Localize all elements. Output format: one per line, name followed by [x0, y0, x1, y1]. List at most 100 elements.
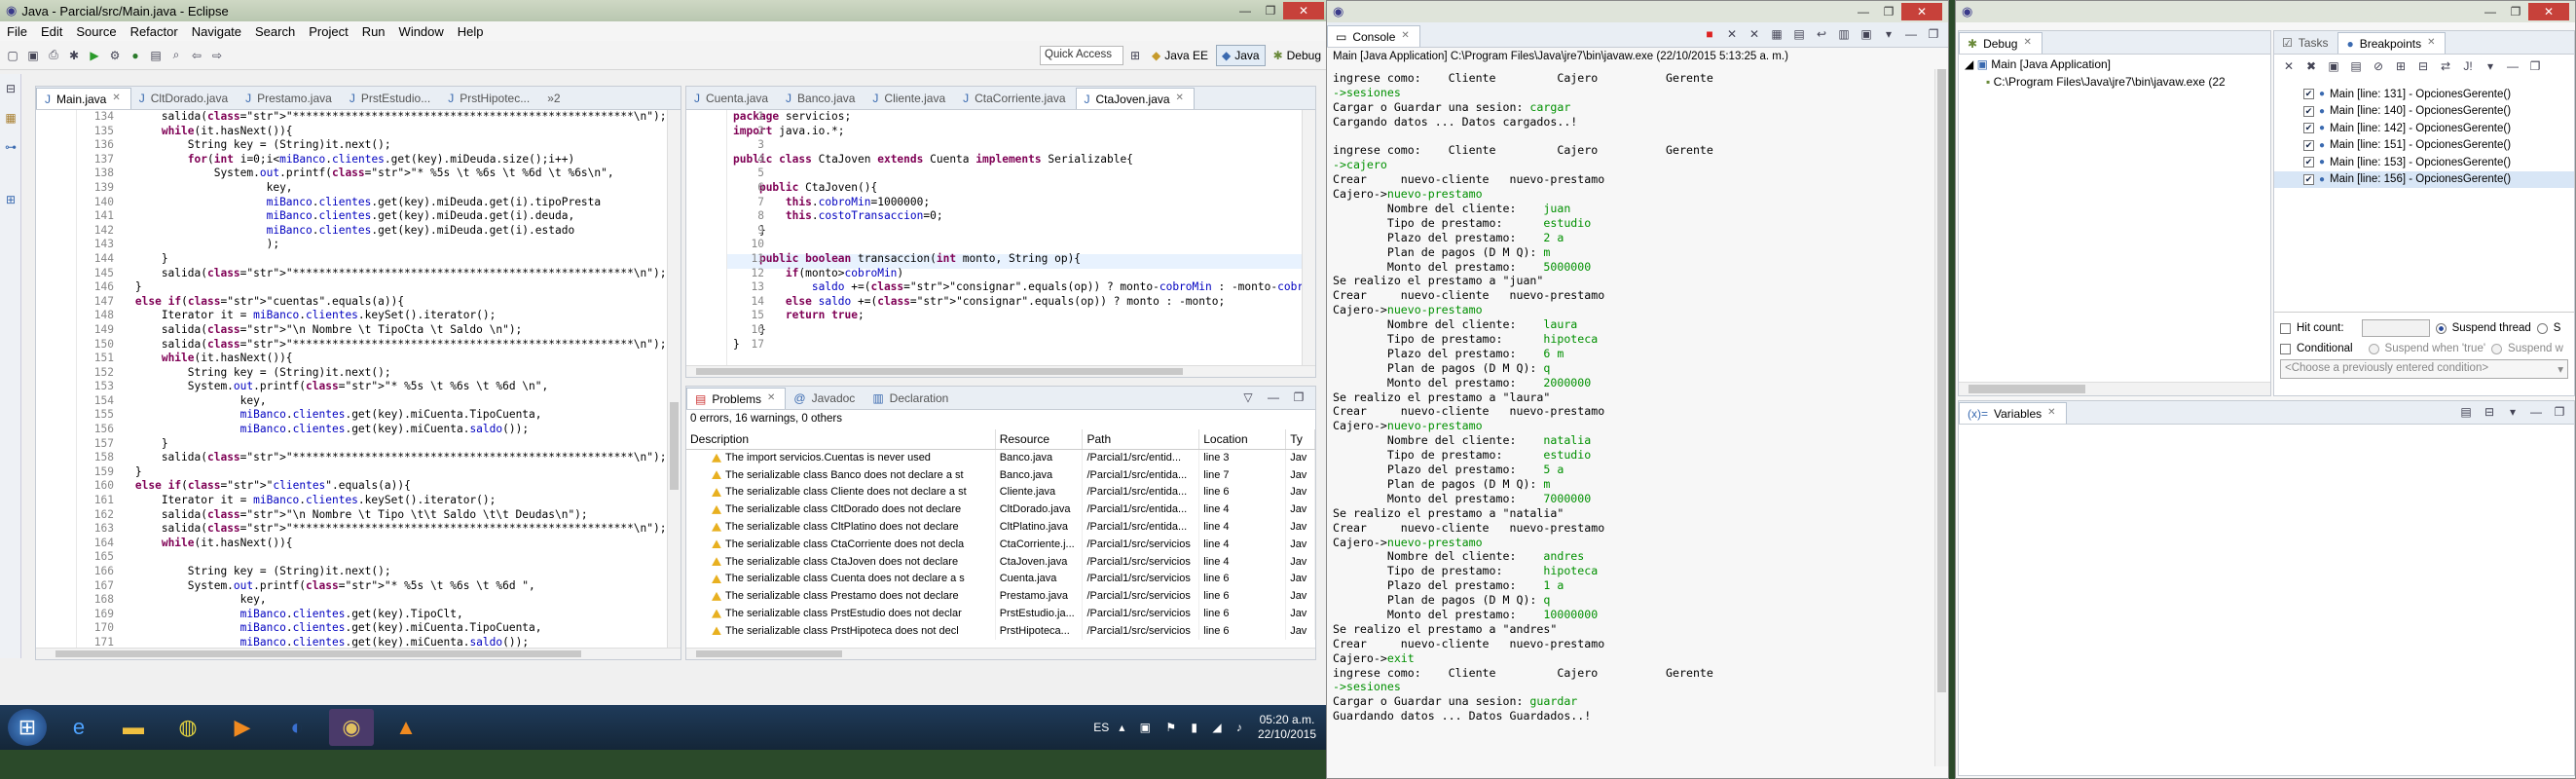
console-vscroll[interactable] — [1934, 69, 1948, 766]
column-header[interactable]: Resource — [995, 429, 1084, 450]
tab-tasks[interactable]: ☑ Tasks — [2274, 32, 2337, 54]
debug-tree-root[interactable]: ◢ ▣ Main [Java Application] — [1959, 55, 2270, 74]
remove-launch-icon[interactable]: ✕ — [1723, 25, 1741, 43]
editor-tab-4[interactable]: J CtaJoven.java ✕ — [1075, 88, 1195, 109]
main-editor-hscroll[interactable] — [36, 648, 681, 659]
external-tools-icon[interactable]: ⚙ — [106, 47, 124, 64]
menu-help[interactable]: Help — [451, 24, 491, 39]
column-header[interactable]: Description — [686, 429, 996, 450]
column-header[interactable]: Ty — [1285, 429, 1315, 450]
minimize-icon[interactable]: — — [2478, 3, 2503, 20]
hierarchy-icon[interactable]: ⊶ — [2, 138, 19, 156]
maximize-icon[interactable]: ❐ — [1258, 2, 1283, 19]
close-icon[interactable]: ✕ — [1401, 30, 1409, 47]
open-console-icon[interactable]: ▾ — [1880, 25, 1897, 43]
hit-count-input[interactable] — [2361, 319, 2430, 337]
menu-source[interactable]: Source — [69, 24, 123, 39]
perspective-javaee[interactable]: ◆ Java EE — [1147, 45, 1213, 66]
minimize-icon[interactable]: — — [1265, 389, 1282, 406]
editor-tab-3[interactable]: J PrstEstudio... — [342, 88, 440, 109]
scroll-lock-icon[interactable]: ▤ — [1790, 25, 1808, 43]
start-icon[interactable]: ⊞ — [8, 709, 47, 746]
language-indicator[interactable]: ES — [1093, 721, 1109, 734]
clear-console-icon[interactable]: ▦ — [1768, 25, 1785, 43]
editor-tab-1[interactable]: J Banco.java — [778, 88, 865, 109]
terminate-icon[interactable]: ■ — [1701, 25, 1718, 43]
media-player-icon[interactable]: ▶ — [220, 709, 265, 746]
exception-icon[interactable]: J! — [2459, 57, 2477, 75]
cta-code-area[interactable]: 1 package servicios; 2 import java.io.*; 3 4 p… — [733, 110, 1315, 352]
suspend-true-radio[interactable] — [2368, 343, 2379, 354]
problems-hscroll[interactable] — [686, 648, 1315, 659]
table-row[interactable]: The serializable class Banco does not de… — [686, 465, 1315, 484]
suspend-when-radio[interactable] — [2491, 343, 2503, 354]
view-menu-icon[interactable]: ▾ — [2482, 57, 2499, 75]
table-row[interactable]: The serializable class Cuenta does not d… — [686, 570, 1315, 588]
breakpoint-checkbox[interactable]: ✔ — [2303, 89, 2314, 100]
condition-combo[interactable]: <Choose a previously entered condition> … — [2280, 359, 2568, 379]
hit-count-checkbox[interactable] — [2280, 322, 2291, 334]
close-icon[interactable]: ✕ — [112, 93, 120, 109]
editor-tab-1[interactable]: J CltDorado.java — [131, 88, 238, 109]
chevron-down-icon[interactable]: ▾ — [2558, 362, 2563, 376]
column-header[interactable]: Location — [1198, 429, 1287, 450]
view-menu-icon[interactable]: ▾ — [2504, 403, 2521, 421]
maximize-icon[interactable]: ❐ — [2526, 57, 2544, 75]
table-row[interactable]: The serializable class PrstEstudio does … — [686, 605, 1315, 622]
tab-declaration[interactable]: ▥ Declaration — [865, 388, 958, 409]
open-type-icon[interactable]: ▤ — [147, 47, 165, 64]
console-output[interactable]: ingrese como: Cliente Cajero Gerente ->se… — [1333, 71, 1932, 766]
editor-tab-4[interactable]: J PrstHipotec... — [440, 88, 539, 109]
column-header[interactable]: Path — [1082, 429, 1200, 450]
main-code-editor[interactable]: 134 salida(class="str">"****************… — [36, 110, 681, 648]
conditional-checkbox[interactable] — [2280, 343, 2291, 354]
breakpoint-checkbox[interactable]: ✔ — [2303, 123, 2314, 134]
outline-icon[interactable]: ⊞ — [2, 191, 19, 208]
clock[interactable]: 05:20 a.m. 22/10/2015 — [1258, 713, 1316, 742]
breakpoint-item[interactable]: ✔ ● Main [line: 131] - OpcionesGerente() — [2274, 86, 2574, 103]
breakpoint-checkbox[interactable]: ✔ — [2303, 173, 2314, 185]
maximize-icon[interactable]: ❐ — [1925, 25, 1942, 43]
word-wrap-icon[interactable]: ↩ — [1813, 25, 1830, 43]
display-console-icon[interactable]: ▣ — [1858, 25, 1875, 43]
perspective-debug[interactable]: ✱ Debug — [1269, 45, 1326, 66]
breakpoint-item[interactable]: ✔ ● Main [line: 140] - OpcionesGerente() — [2274, 103, 2574, 121]
expand-all-icon[interactable]: ⊞ — [2392, 57, 2410, 75]
breakpoint-checkbox[interactable]: ✔ — [2303, 139, 2314, 151]
minimize-icon[interactable]: — — [2527, 403, 2545, 421]
package-explorer-icon[interactable]: ▦ — [2, 109, 19, 127]
menu-search[interactable]: Search — [248, 24, 302, 39]
close-icon[interactable]: ✕ — [2528, 3, 2569, 20]
minimize-icon[interactable]: — — [1233, 2, 1258, 19]
menu-edit[interactable]: Edit — [34, 24, 69, 39]
show-supported-icon[interactable]: ▣ — [2325, 57, 2342, 75]
open-perspective-icon[interactable]: ⊞ — [1126, 47, 1144, 64]
tab-console[interactable]: ▭ Console ✕ — [1327, 25, 1420, 47]
table-row[interactable]: The serializable class CltDorado does no… — [686, 501, 1315, 519]
print-icon[interactable]: ⎙ — [45, 47, 62, 64]
quick-access-input[interactable]: Quick Access — [1040, 45, 1124, 65]
collapse-all-icon[interactable]: ⊟ — [2414, 57, 2432, 75]
perspective-java[interactable]: ◆ Java — [1215, 44, 1266, 66]
menu-window[interactable]: Window — [392, 24, 451, 39]
go-to-file-icon[interactable]: ▤ — [2347, 57, 2365, 75]
breakpoint-item[interactable]: ✔ ● Main [line: 151] - OpcionesGerente() — [2274, 137, 2574, 155]
firefox-icon[interactable]: ◐ — [275, 709, 319, 746]
collapse-all-icon[interactable]: ⊟ — [2481, 403, 2498, 421]
filter-icon[interactable]: ▽ — [1239, 389, 1257, 406]
table-row[interactable]: The serializable class Cliente does not … — [686, 483, 1315, 501]
maximize-icon[interactable]: ❐ — [1290, 389, 1307, 406]
scroll-thumb[interactable] — [670, 402, 679, 490]
close-icon[interactable]: ✕ — [2023, 37, 2031, 54]
menu-project[interactable]: Project — [302, 24, 354, 39]
minimize-icon[interactable]: — — [1902, 25, 1920, 43]
debug-icon[interactable]: ✱ — [65, 47, 83, 64]
table-row[interactable]: The serializable class Prestamo does not… — [686, 587, 1315, 606]
suspend-vm-radio[interactable] — [2536, 322, 2548, 334]
menu-refactor[interactable]: Refactor — [124, 24, 185, 39]
back-icon[interactable]: ⇦ — [188, 47, 205, 64]
cta-code-editor[interactable]: 1 package servicios; 2 import java.io.*; 3 4 p… — [686, 110, 1315, 365]
tab-breakpoints[interactable]: ● Breakpoints ✕ — [2337, 32, 2447, 54]
scroll-thumb[interactable] — [1937, 69, 1946, 692]
close-icon[interactable]: ✕ — [1901, 3, 1942, 20]
